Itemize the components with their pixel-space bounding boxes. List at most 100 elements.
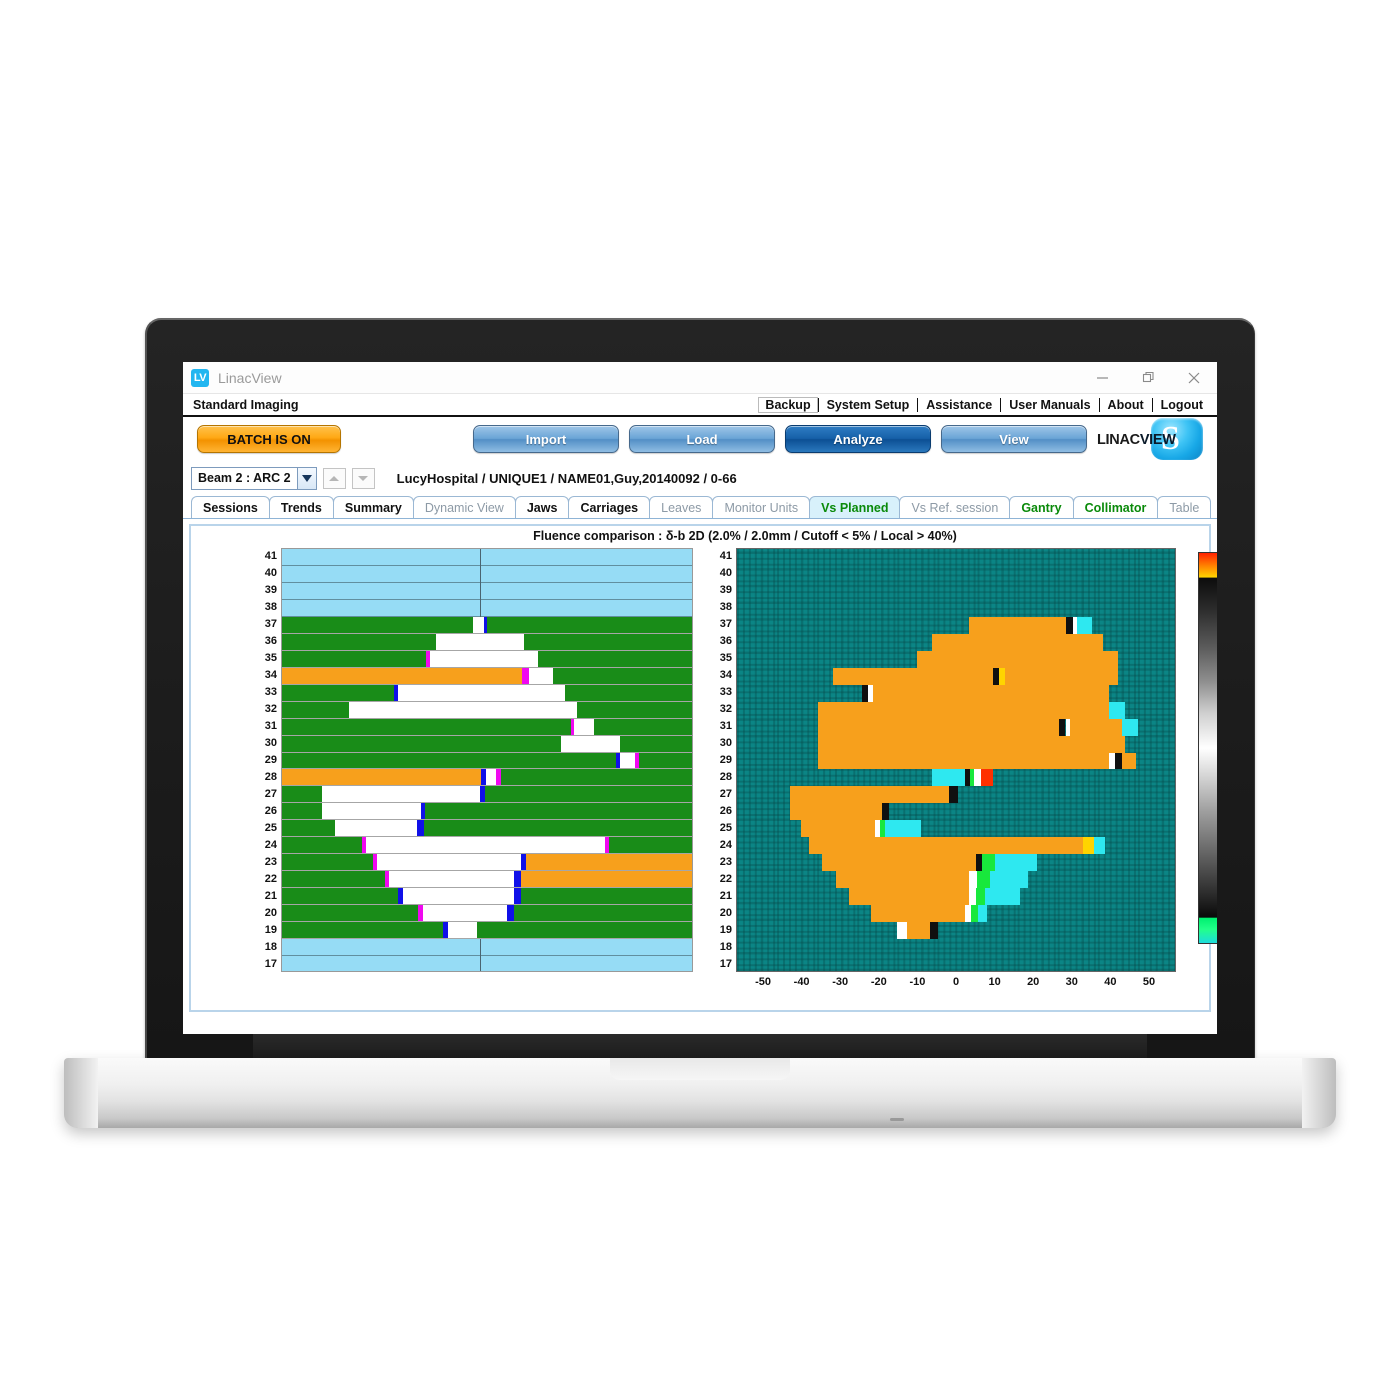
menu-item-user-manuals[interactable]: User Manuals <box>1001 398 1098 412</box>
load-button[interactable]: Load <box>629 425 775 453</box>
leaf-row <box>282 701 692 719</box>
menu-item-about[interactable]: About <box>1100 398 1152 412</box>
batch-status-button[interactable]: BATCH IS ON <box>197 425 341 453</box>
close-icon[interactable] <box>1171 362 1217 394</box>
fluence-segment <box>818 752 1110 770</box>
tab-collimator[interactable]: Collimator <box>1072 496 1159 518</box>
logo-wordmark: LINACVIEW <box>1097 432 1176 448</box>
mlc-leaf-map-plot[interactable] <box>281 548 693 972</box>
fluence-segment <box>1122 718 1138 736</box>
leaf-segment <box>526 854 692 871</box>
leaf-segment <box>418 905 424 922</box>
tab-summary[interactable]: Summary <box>332 496 414 518</box>
leaf-segment <box>514 888 522 905</box>
fluence-row <box>737 769 1175 787</box>
tab-trends[interactable]: Trends <box>268 496 334 518</box>
x-tick-label: -20 <box>870 976 887 988</box>
menubar-items: Backup System Setup Assistance User Manu… <box>758 396 1211 413</box>
leaf-row <box>282 922 692 940</box>
leaf-row <box>282 718 692 736</box>
fluence-row <box>737 650 1175 668</box>
fluence-segment <box>906 922 930 940</box>
fluence-segment <box>931 769 965 787</box>
x-tick-label: 10 <box>988 976 1001 988</box>
tab-vs-planned[interactable]: Vs Planned <box>809 496 901 518</box>
leaf-segment <box>282 735 561 752</box>
colorbar-tick-labels: 1.000.750.500.250.00-0.25-0.50-0.75-1.00 <box>1198 552 1217 944</box>
tab-vs-ref-session[interactable]: Vs Ref. session <box>899 496 1011 518</box>
fluence-segment <box>885 820 921 838</box>
leaf-segment <box>442 922 449 939</box>
y-tick-label: 39 <box>264 584 277 597</box>
beam-prev-button[interactable] <box>322 467 346 489</box>
tab-leaves[interactable]: Leaves <box>649 496 714 518</box>
leaf-segment <box>514 871 522 888</box>
fluence-comparison-plot[interactable] <box>736 548 1176 972</box>
tab-dynamic-view[interactable]: Dynamic View <box>412 496 516 518</box>
jaw-center-line <box>479 939 481 957</box>
y-tick-label: 20 <box>719 906 732 919</box>
leaf-row <box>282 667 692 685</box>
y-tick-label: 38 <box>264 601 277 614</box>
jaw-center-line <box>479 549 481 566</box>
menu-item-assistance[interactable]: Assistance <box>918 398 1000 412</box>
jaw-center-line <box>479 582 481 600</box>
tab-carriages[interactable]: Carriages <box>568 496 651 518</box>
leaf-row <box>282 871 692 889</box>
leaf-segment <box>282 803 323 820</box>
leaf-segment <box>282 820 336 837</box>
leaf-segment <box>282 684 395 701</box>
fluence-segment <box>881 803 889 821</box>
leaf-row <box>282 752 692 770</box>
tab-gantry[interactable]: Gantry <box>1009 496 1074 518</box>
minimize-icon[interactable] <box>1079 362 1125 394</box>
fluence-row <box>737 549 1175 566</box>
fluence-row <box>737 616 1175 634</box>
fluence-segment <box>818 718 1059 736</box>
fluence-row <box>737 718 1175 736</box>
fluence-row <box>737 633 1175 651</box>
fluence-row <box>737 752 1175 770</box>
laptop-base-right-edge <box>1302 1058 1336 1128</box>
y-tick-label: 27 <box>264 787 277 800</box>
leaf-segment <box>282 888 398 905</box>
fluence-segment <box>984 888 1020 906</box>
leaf-row <box>282 735 692 753</box>
menu-item-logout[interactable]: Logout <box>1153 398 1211 412</box>
beam-next-button[interactable] <box>351 467 375 489</box>
fluence-segment <box>872 684 1110 702</box>
tab-sessions[interactable]: Sessions <box>191 496 270 518</box>
leaf-segment <box>480 769 487 786</box>
leaf-segment <box>282 752 617 769</box>
leaf-segment <box>487 616 692 633</box>
tab-table[interactable]: Table <box>1157 496 1212 518</box>
window-controls <box>1079 362 1217 394</box>
fluence-segment <box>994 854 1038 872</box>
jaw-center-line <box>479 565 481 583</box>
leaf-segment <box>552 667 692 684</box>
tab-jaws[interactable]: Jaws <box>514 496 570 518</box>
restore-icon[interactable] <box>1125 362 1171 394</box>
fluence-segment <box>916 650 1119 668</box>
leaf-row <box>282 956 692 971</box>
x-tick-label: 40 <box>1104 976 1117 988</box>
beam-select[interactable]: Beam 2 : ARC 2 <box>191 466 317 490</box>
leaf-segment <box>282 650 427 667</box>
y-tick-label: 27 <box>719 787 732 800</box>
fluence-segment <box>818 735 1051 753</box>
import-button[interactable]: Import <box>473 425 619 453</box>
analyze-button[interactable]: Analyze <box>785 425 931 453</box>
leaf-segment <box>423 820 692 837</box>
leaf-segment <box>282 871 386 888</box>
fluence-segment <box>977 871 991 889</box>
y-tick-label: 31 <box>264 720 277 733</box>
chevron-down-icon[interactable] <box>296 467 316 489</box>
y-tick-label: 28 <box>719 770 732 783</box>
y-tick-label: 24 <box>719 838 732 851</box>
tab-monitor-units[interactable]: Monitor Units <box>712 496 811 518</box>
menu-item-system-setup[interactable]: System Setup <box>819 398 918 412</box>
menu-item-backup[interactable]: Backup <box>758 396 818 413</box>
leaf-segment <box>521 888 692 905</box>
x-tick-label: -40 <box>793 976 810 988</box>
view-button[interactable]: View <box>941 425 1087 453</box>
